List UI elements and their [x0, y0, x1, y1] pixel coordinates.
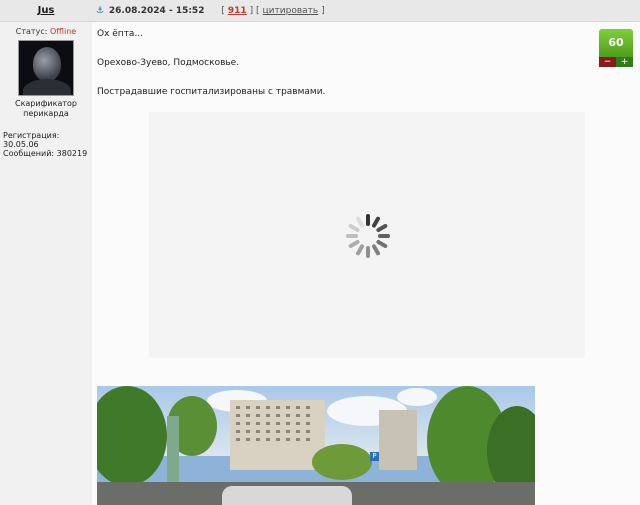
status-label: Статус:: [15, 27, 48, 36]
photo-car: [222, 486, 352, 505]
rank-line-2: перикарда: [23, 109, 69, 118]
user-rank: Скарификатор перикарда: [0, 99, 92, 119]
photo-tree: [312, 444, 372, 480]
anchor-icon[interactable]: ⚓: [96, 0, 106, 22]
rating-widget: 60 − +: [599, 29, 633, 67]
avatar[interactable]: [18, 40, 74, 96]
post-links: [911] [цитировать]: [221, 6, 325, 16]
photo-cloud: [397, 388, 437, 406]
rank-line-1: Скарификатор: [14, 99, 77, 108]
status-value: Offline: [49, 27, 77, 36]
rating-buttons: − +: [599, 57, 633, 67]
post-text-line: Пострадавшие госпитализированы с травмам…: [97, 87, 326, 97]
username-link[interactable]: Jus: [38, 5, 55, 16]
post-id-link[interactable]: 911: [228, 6, 247, 16]
parking-sign-icon: P: [370, 452, 379, 461]
post-photo[interactable]: P: [97, 386, 535, 505]
rating-minus-button[interactable]: −: [599, 57, 616, 67]
photo-building: [230, 400, 325, 470]
post-text-line: Орехово-Зуево, Подмосковье.: [97, 58, 240, 68]
post-date: 26.08.2024 - 15:52: [108, 6, 205, 16]
user-meta: Регистрация: 30.05.06 Сообщений: 380219: [0, 131, 92, 158]
post-header: ⚓ 26.08.2024 - 15:52 [911] [цитировать]: [92, 0, 640, 22]
user-info-column: Jus Статус: Offline Скарификатор перикар…: [0, 0, 92, 505]
post-text-line: Ох ёпта...: [97, 29, 144, 39]
rating-value: 60: [599, 29, 633, 57]
avatar-head-shape: [33, 47, 61, 81]
user-status: Статус: Offline: [0, 27, 92, 36]
registration-date: Регистрация: 30.05.06: [3, 131, 60, 149]
avatar-shoulders-shape: [23, 79, 71, 95]
photo-building: [379, 410, 417, 470]
loading-spinner-icon: [346, 214, 390, 258]
embedded-media-loading[interactable]: [149, 112, 585, 358]
post-body: Ох ёпта... Орехово-Зуево, Подмосковье. П…: [92, 22, 640, 505]
user-header: Jus: [0, 0, 92, 22]
message-count: Сообщений: 380219: [3, 149, 88, 158]
quote-link[interactable]: цитировать: [263, 6, 319, 16]
rating-plus-button[interactable]: +: [616, 57, 633, 67]
